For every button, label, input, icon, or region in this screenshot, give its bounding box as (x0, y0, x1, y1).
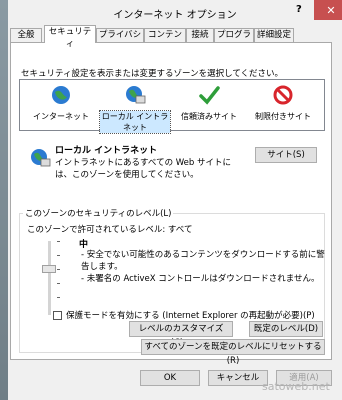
zone-instruction: セキュリティ設定を表示または変更するゾーンを選択してください。 (21, 69, 284, 79)
window-title: インターネット オプション (113, 10, 237, 21)
zone-restricted-sites[interactable]: 制限付きサイト (248, 84, 318, 122)
security-tab-panel: セキュリティ設定を表示または変更するゾーンを選択してください。 インターネット … (10, 42, 332, 366)
help-button[interactable]: ? (296, 4, 302, 15)
slider-tick (57, 269, 60, 270)
zone-list: インターネット ローカル イントラネット 信頼済みサイト 制限付きサイト (19, 79, 325, 134)
checkmark-icon (199, 86, 220, 105)
tab-privacy[interactable]: プライバシー (96, 28, 144, 52)
internet-options-dialog: インターネット オプション ? ✕ 全般 セキュリティ プライバシー コンテンツ… (0, 0, 342, 400)
reset-all-zones-button[interactable]: すべてのゾーンを既定のレベルにリセットする(R) (141, 339, 325, 366)
security-level-title: このゾーンのセキュリティのレベル(L) (23, 207, 174, 219)
tab-advanced[interactable]: 詳細設定 (254, 28, 294, 42)
zone-label: インターネット (33, 112, 89, 121)
restricted-icon (273, 85, 293, 105)
intranet-icon (126, 86, 146, 104)
allowed-levels: このゾーンで許可されているレベル: すべて (27, 225, 193, 235)
tab-connections[interactable]: 接続 (186, 28, 214, 42)
zone-trusted-sites[interactable]: 信頼済みサイト (174, 84, 244, 122)
tab-programs[interactable]: プログラム (214, 28, 254, 52)
protected-mode-checkbox[interactable] (53, 310, 62, 320)
selected-zone-description: イントラネットにあるすべての Web サイトには、このゾーンを使用してください。 (55, 158, 232, 180)
close-button[interactable]: ✕ (314, 0, 342, 20)
slider-tick (57, 283, 60, 284)
custom-level-button[interactable]: レベルのカスタマイズ(C)... (129, 321, 233, 348)
slider-thumb[interactable] (42, 265, 56, 273)
selected-zone-icon (31, 149, 51, 167)
level-desc-line: - 未署名の ActiveX コントロールはダウンロードされません。 (81, 274, 320, 284)
protected-mode-option[interactable]: 保護モードを有効にする (Internet Explorer の再起動が必要)(… (53, 309, 315, 321)
security-level-description: - 安全でない可能性のあるコンテンツをダウンロードする前に警告します。 - 未署… (81, 249, 331, 285)
slider-tick (57, 297, 60, 298)
zone-internet[interactable]: インターネット (26, 84, 96, 122)
cancel-button[interactable]: キャンセル (208, 370, 268, 386)
level-desc-line: - 安全でない可能性のあるコンテンツをダウンロードする前に警告します。 (81, 250, 325, 272)
sites-button[interactable]: サイト(S) (255, 147, 317, 163)
slider-tick (57, 241, 60, 242)
ok-button[interactable]: OK (140, 370, 200, 386)
title-bar: インターネット オプション ? ✕ (8, 0, 342, 24)
security-level-slider[interactable] (48, 241, 51, 315)
selected-zone-title: ローカル イントラネット (55, 146, 158, 156)
protected-mode-label: 保護モードを有効にする (Internet Explorer の再起動が必要)(… (66, 311, 315, 321)
tab-general[interactable]: 全般 (10, 28, 42, 42)
tab-security[interactable]: セキュリティ (44, 25, 96, 49)
slider-tick (57, 255, 60, 256)
zone-label: 制限付きサイト (255, 112, 311, 121)
zone-label: 信頼済みサイト (181, 112, 237, 121)
tab-content[interactable]: コンテンツ (144, 28, 186, 52)
watermark: satoweb.net (262, 380, 330, 393)
default-level-button[interactable]: 既定のレベル(D) (249, 321, 323, 337)
globe-icon (52, 86, 70, 104)
zone-local-intranet[interactable]: ローカル イントラネット (99, 84, 171, 134)
desktop-background (0, 0, 8, 400)
zone-label: ローカル イントラネット (99, 110, 171, 134)
